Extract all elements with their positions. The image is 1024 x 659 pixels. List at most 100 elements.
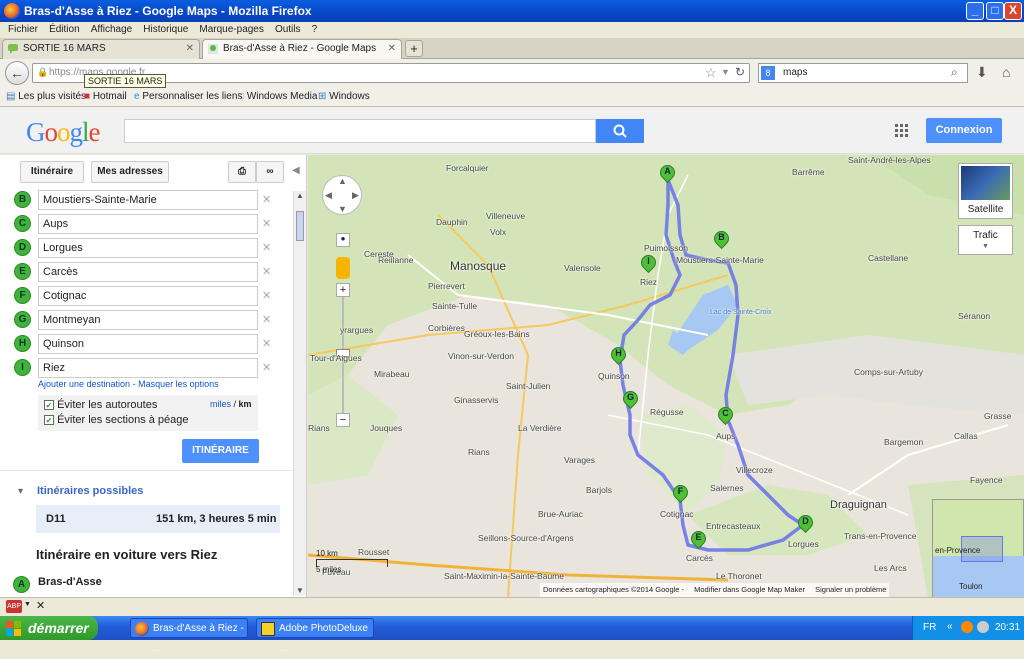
close-tab-icon[interactable]: ✕: [186, 40, 194, 58]
start-button[interactable]: démarrer: [0, 616, 98, 640]
adblock-icon[interactable]: ABP: [6, 600, 22, 613]
bookmark-windows[interactable]: ⊞ Windows: [318, 91, 370, 102]
remove-waypoint-icon[interactable]: ✕: [262, 361, 271, 374]
pan-down-icon[interactable]: ▼: [338, 204, 347, 214]
dropdown-arrow-icon[interactable]: ▼: [721, 67, 730, 77]
checkbox-checked-icon[interactable]: ✔: [44, 415, 54, 425]
waypoint-input[interactable]: Riez: [38, 358, 258, 378]
route-marker-b[interactable]: B: [710, 227, 733, 253]
waypoint-input[interactable]: Aups: [38, 214, 258, 234]
taskbar-item-photodeluxe[interactable]: Adobe PhotoDeluxe ...: [256, 618, 374, 654]
scroll-down-icon[interactable]: ▼: [296, 586, 304, 595]
remove-waypoint-icon[interactable]: ✕: [262, 337, 271, 350]
maps-search-button[interactable]: [596, 119, 644, 143]
map-maker-link[interactable]: Modifier dans Google Map Maker: [694, 585, 805, 594]
print-button[interactable]: ⎙: [228, 161, 256, 183]
pan-right-icon[interactable]: ▶: [352, 190, 359, 201]
pegman-icon[interactable]: [336, 257, 350, 279]
remove-waypoint-icon[interactable]: ✕: [262, 313, 271, 326]
menu-bookmarks[interactable]: Marque-pages: [199, 22, 263, 38]
route-option[interactable]: D11 151 km, 3 heures 5 min: [36, 505, 280, 533]
bookmark-custom-links[interactable]: e Personnaliser les liens: [134, 91, 242, 102]
tray-app-icon[interactable]: [977, 621, 989, 633]
tab-sortie[interactable]: SORTIE 16 MARS ✕: [2, 39, 200, 59]
avoid-tolls-option[interactable]: ✔ Éviter les sections à péage: [44, 414, 189, 426]
waypoint-input[interactable]: Quinson: [38, 334, 258, 354]
route-marker-d[interactable]: D: [794, 511, 817, 537]
bookmark-hotmail[interactable]: ■ Hotmail: [84, 91, 127, 102]
remove-waypoint-icon[interactable]: ✕: [262, 289, 271, 302]
download-icon[interactable]: ⬇: [976, 64, 988, 81]
close-window-button[interactable]: X: [1004, 2, 1022, 20]
scroll-thumb[interactable]: [296, 211, 304, 241]
sign-in-button[interactable]: Connexion: [926, 118, 1002, 143]
itinerary-button[interactable]: Itinéraire: [20, 161, 84, 183]
waypoint-input[interactable]: Cotignac: [38, 286, 258, 306]
link-button[interactable]: ∞: [256, 161, 284, 183]
pan-control[interactable]: ▲ ▼ ◀ ▶: [322, 175, 362, 215]
home-icon[interactable]: ⌂: [1002, 64, 1010, 80]
bookmark-most-visited[interactable]: ▤ Les plus visités: [6, 91, 86, 102]
miles-link[interactable]: miles: [210, 399, 231, 409]
collapse-panel-icon[interactable]: ◀: [292, 165, 300, 176]
tray-arrow-icon[interactable]: «: [947, 621, 953, 632]
my-addresses-button[interactable]: Mes adresses: [91, 161, 169, 183]
tray-app-icon[interactable]: [961, 621, 973, 633]
star-icon[interactable]: ☆: [705, 65, 717, 81]
overview-map[interactable]: en-Provence Toulon: [932, 499, 1024, 597]
search-icon[interactable]: ⌕: [951, 65, 958, 80]
google-search-engine-icon[interactable]: 8: [761, 66, 775, 80]
remove-waypoint-icon[interactable]: ✕: [262, 241, 271, 254]
route-marker-a[interactable]: A: [656, 161, 679, 187]
route-marker-c[interactable]: C: [714, 403, 737, 429]
menu-tools[interactable]: Outils: [275, 22, 301, 38]
bookmark-windows-media[interactable]: □ Windows Media: [238, 91, 317, 102]
maximize-button[interactable]: □: [986, 2, 1004, 20]
dropdown-arrow-icon[interactable]: ▼: [982, 243, 989, 250]
close-addon-bar-icon[interactable]: ✕: [36, 599, 45, 612]
waypoint-input[interactable]: Lorgues: [38, 238, 258, 258]
zoom-out-button[interactable]: −: [336, 413, 350, 427]
recenter-icon[interactable]: ●: [336, 233, 350, 247]
route-marker-i[interactable]: I: [637, 251, 660, 277]
zoom-in-button[interactable]: +: [336, 283, 350, 297]
avoid-highways-option[interactable]: ✔ Éviter les autoroutes: [44, 399, 157, 411]
itinerary-submit-button[interactable]: ITINÉRAIRE: [182, 439, 259, 463]
menu-edit[interactable]: Édition: [49, 22, 80, 38]
waypoint-input[interactable]: Montmeyan: [38, 310, 258, 330]
language-indicator[interactable]: FR: [923, 622, 936, 633]
route-marker-e[interactable]: E: [687, 527, 710, 553]
menu-file[interactable]: Fichier: [8, 22, 38, 38]
back-button[interactable]: ←: [5, 61, 29, 85]
minimize-button[interactable]: _: [966, 2, 984, 20]
map-canvas[interactable]: ▲ ▼ ◀ ▶ ● + − Satellite Trafic ▼ Forcalq…: [308, 155, 1024, 597]
hide-options-link[interactable]: Masquer les options: [138, 379, 219, 389]
maps-search-input[interactable]: [124, 119, 596, 143]
checkbox-checked-icon[interactable]: ✔: [44, 400, 54, 410]
panel-scrollbar[interactable]: ▼ ▲: [293, 191, 306, 596]
add-destination-link[interactable]: Ajouter une destination: [38, 379, 130, 389]
tab-google-maps[interactable]: Bras-d'Asse à Riez - Google Maps ✕: [202, 39, 402, 59]
route-marker-g[interactable]: G: [619, 387, 642, 413]
collapse-routes-icon[interactable]: ▾: [18, 486, 23, 497]
reload-icon[interactable]: ↻: [735, 65, 745, 79]
possible-routes-heading[interactable]: Itinéraires possibles: [37, 485, 143, 497]
traffic-toggle[interactable]: Trafic ▼: [958, 225, 1013, 255]
menu-help[interactable]: ?: [312, 22, 318, 38]
remove-waypoint-icon[interactable]: ✕: [262, 217, 271, 230]
search-bar[interactable]: 8 maps ⌕: [758, 63, 968, 83]
route-marker-h[interactable]: H: [607, 343, 630, 369]
pan-left-icon[interactable]: ◀: [325, 190, 332, 201]
close-tab-icon[interactable]: ✕: [388, 40, 396, 58]
menu-history[interactable]: Historique: [143, 22, 188, 38]
scroll-up-icon[interactable]: ▲: [296, 191, 304, 200]
waypoint-input[interactable]: Moustiers-Sainte-Marie: [38, 190, 258, 210]
route-marker-f[interactable]: F: [669, 481, 692, 507]
apps-grid-icon[interactable]: [895, 124, 909, 138]
waypoint-input[interactable]: Carcès: [38, 262, 258, 282]
google-logo[interactable]: Google: [26, 117, 100, 148]
taskbar-item-firefox[interactable]: Bras-d'Asse à Riez - ...: [130, 618, 248, 654]
satellite-toggle[interactable]: Satellite: [958, 163, 1013, 219]
clock[interactable]: 20:31: [995, 622, 1020, 633]
menu-view[interactable]: Affichage: [91, 22, 133, 38]
